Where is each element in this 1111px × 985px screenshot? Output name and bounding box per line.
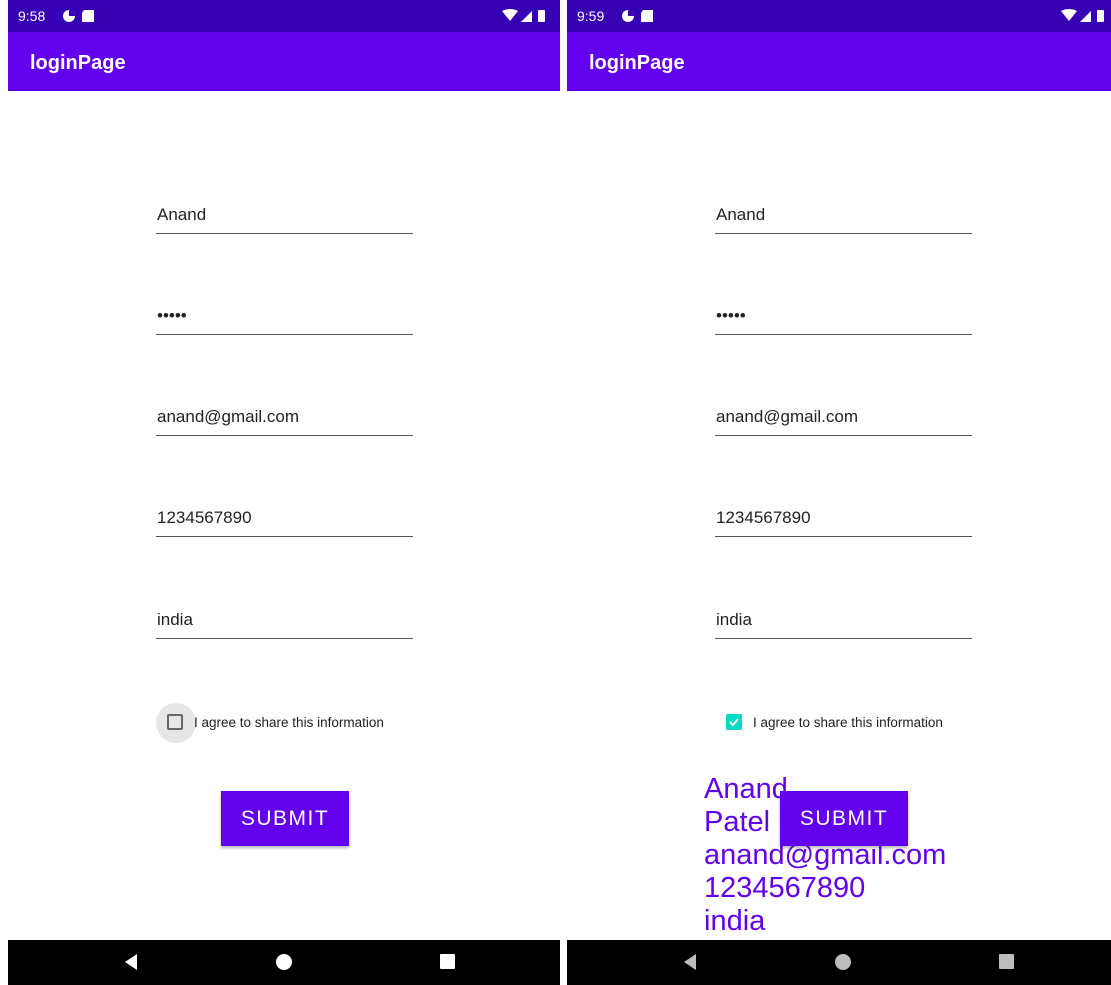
data-saver-icon bbox=[63, 10, 75, 22]
submit-button[interactable]: SUBMIT bbox=[221, 791, 349, 846]
result-line-country: india bbox=[704, 905, 766, 937]
agree-checkbox-label: I agree to share this information bbox=[194, 715, 384, 730]
checkbox-unchecked-icon[interactable] bbox=[167, 714, 183, 730]
cell-signal-icon bbox=[521, 11, 532, 22]
status-icons-right bbox=[502, 9, 550, 28]
status-icons-right bbox=[1061, 9, 1109, 28]
country-field[interactable]: india bbox=[715, 610, 972, 639]
wifi-icon bbox=[1061, 9, 1077, 21]
home-icon[interactable] bbox=[276, 954, 292, 970]
password-field[interactable]: ••••• bbox=[715, 306, 972, 335]
data-saver-icon bbox=[622, 10, 634, 22]
agree-checkbox[interactable]: I agree to share this information bbox=[715, 703, 1015, 743]
password-field[interactable]: ••••• bbox=[156, 306, 413, 335]
result-line-phone: 1234567890 bbox=[704, 872, 866, 904]
status-bar: 9:58 bbox=[8, 0, 560, 32]
status-icons-left bbox=[62, 9, 102, 28]
recents-icon[interactable] bbox=[440, 954, 455, 969]
submit-button[interactable]: SUBMIT bbox=[780, 791, 908, 846]
recents-icon[interactable] bbox=[999, 954, 1014, 969]
name-field[interactable]: Anand bbox=[156, 205, 413, 234]
phone-screen-right: 9:59 loginPage Anand ••••• anand@gmail.c… bbox=[567, 0, 1111, 985]
app-bar: loginPage bbox=[567, 32, 1111, 91]
status-bar: 9:59 bbox=[567, 0, 1111, 32]
navigation-bar bbox=[567, 940, 1111, 985]
back-icon[interactable] bbox=[125, 954, 137, 970]
phone-field[interactable]: 1234567890 bbox=[715, 508, 972, 537]
app-bar: loginPage bbox=[8, 32, 560, 91]
status-time: 9:58 bbox=[18, 8, 46, 24]
home-icon[interactable] bbox=[835, 954, 851, 970]
app-title: loginPage bbox=[589, 52, 685, 74]
email-field[interactable]: anand@gmail.com bbox=[156, 407, 413, 436]
status-time: 9:59 bbox=[577, 8, 605, 24]
battery-icon bbox=[538, 10, 545, 22]
app-title: loginPage bbox=[30, 52, 126, 74]
phone-field[interactable]: 1234567890 bbox=[156, 508, 413, 537]
checkbox-checked-icon[interactable] bbox=[726, 714, 742, 730]
status-icons-left bbox=[621, 9, 661, 28]
back-icon[interactable] bbox=[684, 954, 696, 970]
battery-icon bbox=[1097, 10, 1104, 22]
country-field[interactable]: india bbox=[156, 610, 413, 639]
agree-checkbox-label: I agree to share this information bbox=[753, 715, 943, 730]
name-field[interactable]: Anand bbox=[715, 205, 972, 234]
cell-signal-icon bbox=[1080, 11, 1091, 22]
agree-checkbox[interactable]: I agree to share this information bbox=[156, 703, 456, 743]
email-field[interactable]: anand@gmail.com bbox=[715, 407, 972, 436]
navigation-bar bbox=[8, 940, 560, 985]
sd-card-icon bbox=[641, 10, 653, 22]
sd-card-icon bbox=[82, 10, 94, 22]
wifi-icon bbox=[502, 9, 518, 21]
phone-screen-left: 9:58 loginPage Anand ••••• anand@gmail.c… bbox=[8, 0, 560, 985]
